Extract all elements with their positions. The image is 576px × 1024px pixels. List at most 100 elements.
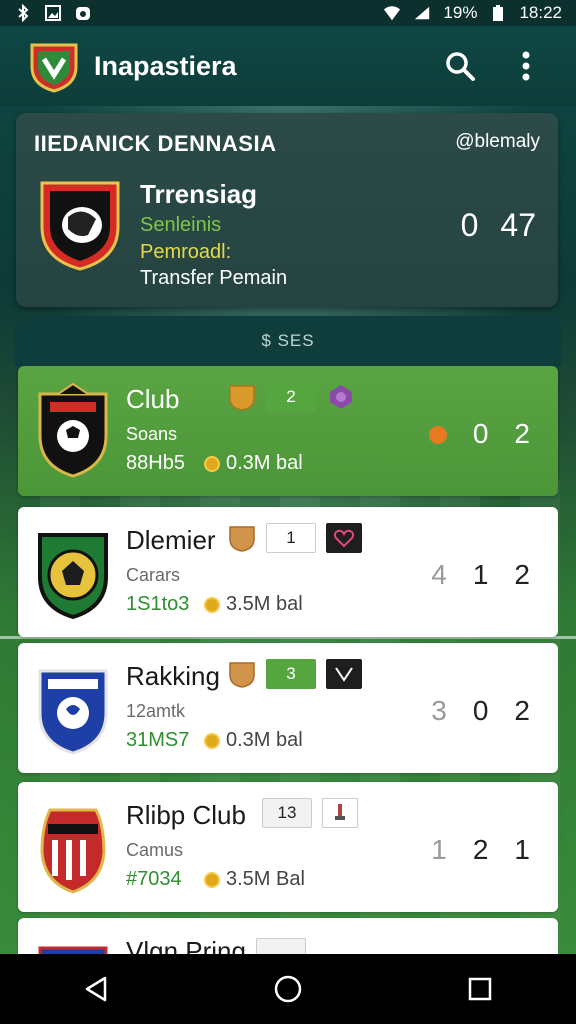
score-value: 1 [514,834,530,865]
club-stat: #7034 [126,868,182,890]
app-logo-icon [30,43,78,93]
coin-icon [204,596,220,613]
heart-badge [326,523,362,553]
featured-score: 0 47 [461,207,536,244]
coin-icon [204,455,220,472]
featured-title: IIEDANICK DENNASIA [34,131,277,156]
wifi-icon [383,4,401,22]
club-row[interactable]: Dlemier Carars 1S1to3 3.5M bal 1 4 1 2 [18,507,558,637]
featured-player-name: Trrensiag [140,179,258,209]
clock: 18:22 [519,3,562,22]
club-subtitle: 12amtk [126,701,186,721]
more-vert-icon [522,51,530,81]
score-value: 3 [431,695,447,726]
score-value: 0 [472,695,489,726]
value-text: 0.3M bal [226,729,303,751]
shield-icon [229,662,255,688]
score-columns: 1 2 1 [431,834,530,866]
score-value: 2 [514,418,530,449]
score-value: 2 [514,559,530,590]
club-stat: 1S1to3 [126,593,190,615]
club-name: Club [126,384,180,414]
back-button[interactable] [74,967,118,1011]
home-button[interactable] [266,967,310,1011]
club-name: Rlibp Club [126,800,246,830]
club-value: 0.3M bal [204,452,303,475]
shield-icon [229,385,255,411]
chevron-down-icon [335,667,353,682]
alarm-icon [74,4,92,22]
score-value: 4 [431,559,447,590]
app-title: Inapastiera [94,50,237,81]
pin-icon [335,804,345,820]
club-crest-icon [38,669,108,755]
featured-link[interactable]: @blemaly [455,131,540,153]
value-text: 3.5M Bal [226,868,305,890]
club-row[interactable]: Rlibp Club Camus #7034 3.5M Bal 13 1 2 1 [18,782,558,912]
club-crest-icon [40,808,106,894]
signal-icon [413,4,431,22]
score-value: 2 [472,834,489,865]
section-header: $ SES [14,316,562,366]
recents-icon [468,977,492,1001]
club-stat: 31MS7 [126,729,190,751]
rank-pill[interactable]: 13 [262,798,312,828]
heart-icon [333,529,355,548]
status-dot-icon [428,426,447,444]
club-stat: 88Hb5 [126,452,185,474]
club-subtitle: Camus [126,840,184,860]
status-icons-right: 19% 18:22 [383,3,562,23]
search-button[interactable] [438,44,482,88]
club-value: 3.5M bal [204,593,303,616]
coin-icon [204,871,220,888]
featured-line-3: Transfer Pemain [140,267,288,289]
badge-group: 2 [228,382,356,412]
more-options-button[interactable] [504,44,548,88]
app-bar: Inapastiera [0,26,576,106]
value-text: 3.5M bal [226,593,303,615]
score-value: 1 [431,834,447,865]
coin-icon [204,732,220,749]
score-value: 2 [514,695,530,726]
club-subtitle: Carars [126,565,181,585]
club-row[interactable]: Club Soans 88Hb5 0.3M bal 2 0 2 [18,366,558,496]
featured-line-1: Senleinis [140,214,222,236]
club-row[interactable]: Rakking 12amtk 31MS7 0.3M bal 3 3 0 2 [18,643,558,773]
score-value: 0 [472,418,489,449]
bluetooth-icon [14,4,32,22]
status-icons-left [14,4,92,22]
badge-group: 1 [228,523,362,553]
featured-line-2: Pemroadl: [140,241,232,263]
home-icon [274,975,302,1003]
badge-group: 3 [228,659,362,689]
recents-button[interactable] [458,967,502,1011]
score-columns: 3 0 2 [431,695,530,727]
status-bar: 19% 18:22 [0,0,576,26]
battery-icon [489,4,507,22]
rank-pill[interactable]: 2 [266,382,316,412]
score-value: 1 [472,559,489,590]
club-value: 0.3M bal [204,729,303,752]
club-subtitle: Soans [126,424,178,444]
gem-icon [330,385,352,409]
club-crest-icon [38,533,108,620]
back-icon [85,976,107,1002]
badge-group: 13 [262,798,358,828]
score-value: 0 [460,207,479,243]
image-icon [44,4,62,22]
search-icon [446,52,475,81]
navigation-bar [0,954,576,1024]
score-columns: 0 2 [428,418,530,450]
featured-card[interactable]: IIEDANICK DENNASIA @blemaly Trrensiag Se… [16,113,558,307]
rank-pill[interactable]: 3 [266,659,316,689]
score-value: 47 [500,207,536,243]
tag-badge [322,798,358,828]
score-columns: 4 1 2 [431,559,530,591]
rank-pill[interactable]: 1 [266,523,316,553]
value-text: 0.3M bal [226,452,303,474]
club-value: 3.5M Bal [204,868,305,891]
club-crest-icon [40,181,120,271]
club-name: Rakking [126,661,220,691]
battery-percent: 19% [443,3,478,22]
club-name: Dlemier [126,525,216,555]
